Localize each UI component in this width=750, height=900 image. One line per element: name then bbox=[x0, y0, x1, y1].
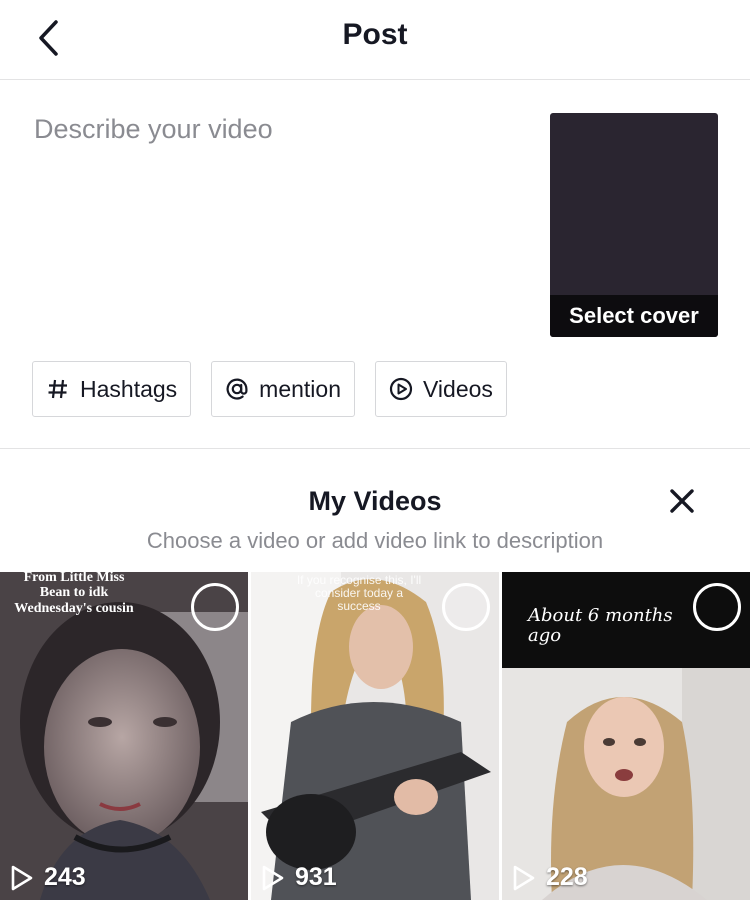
hashtags-chip[interactable]: Hashtags bbox=[32, 361, 192, 417]
play-icon bbox=[11, 865, 33, 890]
at-icon bbox=[225, 377, 249, 401]
play-icon bbox=[262, 865, 284, 890]
select-circle[interactable] bbox=[191, 583, 239, 631]
view-count: 228 bbox=[512, 863, 588, 892]
tag-chips: Hashtags mention Videos bbox=[32, 361, 507, 417]
videos-chip[interactable]: Videos bbox=[375, 361, 507, 417]
hashtags-label: Hashtags bbox=[80, 375, 178, 402]
video-caption: From Little Miss Bean to idk Wednesday's… bbox=[14, 572, 134, 616]
video-tile[interactable]: About 6 months ago 228 bbox=[502, 572, 750, 900]
section-divider bbox=[0, 448, 750, 449]
hashtag-icon bbox=[46, 377, 70, 401]
mention-label: mention bbox=[259, 375, 341, 402]
video-tile[interactable]: If you recognise this, I'll consider tod… bbox=[251, 572, 499, 900]
page-title: Post bbox=[342, 18, 408, 51]
select-circle[interactable] bbox=[693, 583, 741, 631]
close-icon bbox=[670, 489, 694, 513]
my-videos-subtitle: Choose a video or add video link to desc… bbox=[146, 528, 604, 553]
video-caption: If you recognise this, I'll consider tod… bbox=[296, 573, 422, 614]
video-grid: From Little Miss Bean to idk Wednesday's… bbox=[0, 572, 750, 900]
select-cover-label: Select cover bbox=[550, 295, 718, 337]
description-input[interactable] bbox=[34, 114, 514, 334]
view-count: 931 bbox=[261, 863, 337, 892]
videos-label: Videos bbox=[423, 375, 493, 402]
close-button[interactable] bbox=[665, 484, 699, 518]
header-bar: Post bbox=[0, 0, 750, 80]
select-cover-button[interactable]: Select cover bbox=[550, 113, 718, 337]
play-circle-icon bbox=[389, 377, 413, 401]
view-count: 243 bbox=[10, 863, 86, 892]
play-icon bbox=[513, 865, 535, 890]
video-caption: About 6 months ago bbox=[528, 605, 673, 646]
select-circle[interactable] bbox=[442, 583, 490, 631]
mention-chip[interactable]: mention bbox=[211, 361, 355, 417]
video-tile[interactable]: From Little Miss Bean to idk Wednesday's… bbox=[0, 572, 248, 900]
my-videos-title: My Videos bbox=[308, 486, 442, 516]
